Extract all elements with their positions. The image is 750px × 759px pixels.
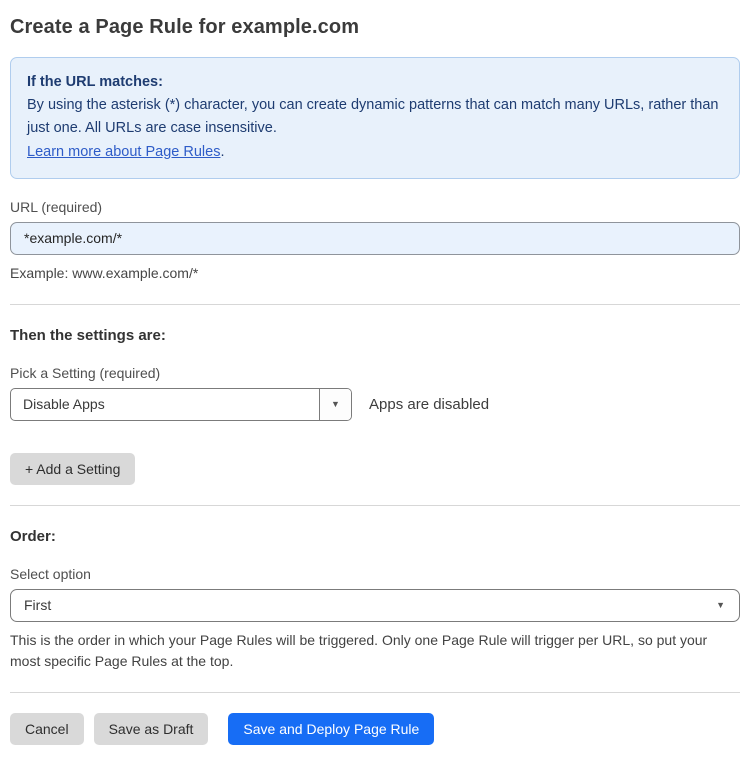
add-setting-button[interactable]: + Add a Setting [10,452,136,485]
info-box-link-line: Learn more about Page Rules. [27,141,723,164]
url-example-helper: Example: www.example.com/* [10,264,199,281]
url-field-label: URL (required) [10,198,103,215]
info-box-heading: If the URL matches: [27,74,163,90]
order-select[interactable]: First ▼ [10,588,740,622]
footer-actions: Cancel Save as Draft Save and Deploy Pag… [10,712,740,745]
pick-setting-label: Pick a Setting (required) [10,364,161,381]
order-select-label: Select option [10,565,91,582]
settings-section-heading: Then the settings are: [10,326,166,344]
order-section-heading: Order: [10,527,56,545]
page-title: Create a Page Rule for example.com [10,16,360,38]
info-box-body: By using the asterisk (*) character, you… [27,97,719,137]
cancel-button[interactable]: Cancel [10,712,84,745]
chevron-down-icon: ▼ [331,398,340,409]
setting-dropdown-arrow-button[interactable]: ▼ [319,388,351,420]
divider [10,691,740,693]
setting-status-text: Apps are disabled [369,395,490,413]
chevron-down-icon: ▼ [716,599,725,610]
save-and-deploy-button[interactable]: Save and Deploy Page Rule [228,712,435,745]
url-input[interactable] [10,221,740,255]
order-helper-text: This is the order in which your Page Rul… [10,631,708,669]
link-period: . [220,143,225,160]
divider [10,303,740,305]
url-match-info-box: If the URL matches: By using the asteris… [10,57,740,179]
order-select-value: First [24,597,52,614]
setting-row: Disable Apps ▼ Apps are disabled [10,387,740,421]
save-as-draft-button[interactable]: Save as Draft [93,712,209,745]
setting-dropdown-value[interactable]: Disable Apps [11,389,319,420]
divider [10,504,740,506]
setting-dropdown[interactable]: Disable Apps ▼ [10,387,352,421]
learn-more-link[interactable]: Learn more about Page Rules [27,144,220,160]
